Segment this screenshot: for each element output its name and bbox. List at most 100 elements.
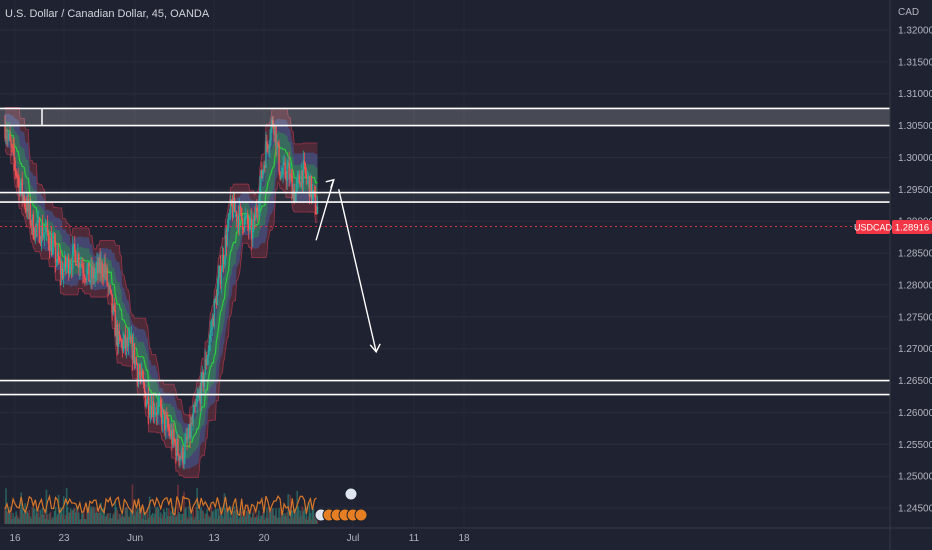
candle-body xyxy=(109,285,111,290)
candle-body xyxy=(162,409,164,424)
candle-body xyxy=(281,174,283,177)
candle-body xyxy=(208,340,210,351)
candle-body xyxy=(51,242,54,255)
candle-body xyxy=(228,213,231,215)
candle-body xyxy=(24,204,26,207)
candle-body xyxy=(209,331,211,341)
candle-body xyxy=(17,176,19,178)
chart-root: U.S. Dollar / Canadian Dollar, 45, OANDA… xyxy=(0,0,932,550)
candle-body xyxy=(53,240,56,242)
x-tick-label: 11 xyxy=(409,533,420,544)
candle-body xyxy=(72,246,74,270)
candle-body xyxy=(265,141,267,168)
candle-body xyxy=(32,214,35,239)
y-tick-label: 1.30000 xyxy=(898,153,932,164)
candle-body xyxy=(84,276,86,280)
x-tick-label: 18 xyxy=(458,533,470,544)
candle-body xyxy=(110,289,112,295)
candle-body xyxy=(83,272,85,277)
candle-body xyxy=(249,220,251,230)
candle-body xyxy=(167,417,169,428)
candle-body xyxy=(9,133,11,141)
candle-body xyxy=(74,243,76,252)
x-tick-label: 13 xyxy=(208,533,220,544)
candle-body xyxy=(284,162,286,176)
candle-body xyxy=(217,275,220,287)
candle-body xyxy=(81,264,83,267)
candle-body xyxy=(75,251,77,266)
usdcad-chart[interactable]: U.S. Dollar / Canadian Dollar, 45, OANDA… xyxy=(0,0,932,550)
candle-body xyxy=(95,268,97,275)
candle-body xyxy=(183,458,185,464)
candle-body xyxy=(69,268,71,275)
candle-body xyxy=(14,160,16,170)
candle-body xyxy=(118,330,120,336)
candle-body xyxy=(268,147,270,150)
candle-body xyxy=(213,300,216,327)
y-tick-label: 1.27500 xyxy=(898,312,932,323)
candle-body xyxy=(270,127,272,141)
candle-body xyxy=(82,266,84,273)
candle-body xyxy=(65,264,68,268)
candle-body xyxy=(220,271,223,284)
candle-body xyxy=(141,370,144,379)
y-tick-label: 1.26000 xyxy=(898,408,932,419)
candle-body xyxy=(196,398,198,404)
candle-body xyxy=(223,258,226,264)
candle-body xyxy=(166,416,168,418)
candle-body xyxy=(138,371,141,375)
x-tick-label: Jun xyxy=(127,533,143,544)
candle-body xyxy=(76,265,78,266)
candle-body xyxy=(78,254,80,269)
x-tick-label: 16 xyxy=(9,533,21,544)
x-tick-label: Jul xyxy=(347,533,360,544)
candle-body xyxy=(252,226,254,240)
candle-body xyxy=(184,441,186,459)
candle-body xyxy=(210,328,213,332)
event-badge-icon xyxy=(344,487,358,501)
candle-body xyxy=(62,269,65,279)
candle-body xyxy=(177,438,179,455)
candle-body xyxy=(306,177,309,179)
y-tick-label: 1.30500 xyxy=(898,121,932,132)
candle-body xyxy=(165,416,167,430)
candle-body xyxy=(16,175,18,177)
candle-body xyxy=(79,267,81,269)
candle-body xyxy=(302,160,305,184)
y-tick-label: 1.25500 xyxy=(898,440,932,451)
candle-body xyxy=(207,350,209,359)
candle-body xyxy=(278,143,280,172)
candle-body xyxy=(36,219,39,227)
candle-body xyxy=(13,147,15,161)
candle-body xyxy=(316,206,319,214)
y-tick-label: 1.28000 xyxy=(898,280,932,291)
candle-body xyxy=(55,261,58,263)
candle-body xyxy=(34,225,37,239)
candle-body xyxy=(57,251,60,262)
candle-body xyxy=(152,401,155,415)
candle-body xyxy=(47,232,50,244)
candle-body xyxy=(86,269,88,280)
price-badge-symbol: USDCAD xyxy=(854,223,893,233)
candle-body xyxy=(113,305,115,310)
candle-body xyxy=(11,145,13,147)
candle-body xyxy=(38,219,41,243)
candle-body xyxy=(158,402,160,406)
candle-body xyxy=(269,140,271,148)
x-tick-label: 23 xyxy=(58,533,70,544)
y-tick-label: 1.29500 xyxy=(898,185,932,196)
y-tick-label: 1.24500 xyxy=(898,504,932,515)
y-tick-label: 1.28500 xyxy=(898,249,932,260)
candle-body xyxy=(44,229,47,233)
candle-body xyxy=(216,286,219,306)
candle-body xyxy=(238,206,241,228)
candle-body xyxy=(122,341,125,351)
y-tick-label: 1.32000 xyxy=(898,26,932,37)
y-tick-label: 1.27000 xyxy=(898,344,932,355)
price-badge: USDCAD 1.28916 xyxy=(854,220,932,234)
candle-body xyxy=(239,206,242,209)
level-zone xyxy=(0,108,890,126)
candle-body xyxy=(290,172,292,176)
candle-body xyxy=(303,160,306,164)
candle-body xyxy=(88,262,90,282)
